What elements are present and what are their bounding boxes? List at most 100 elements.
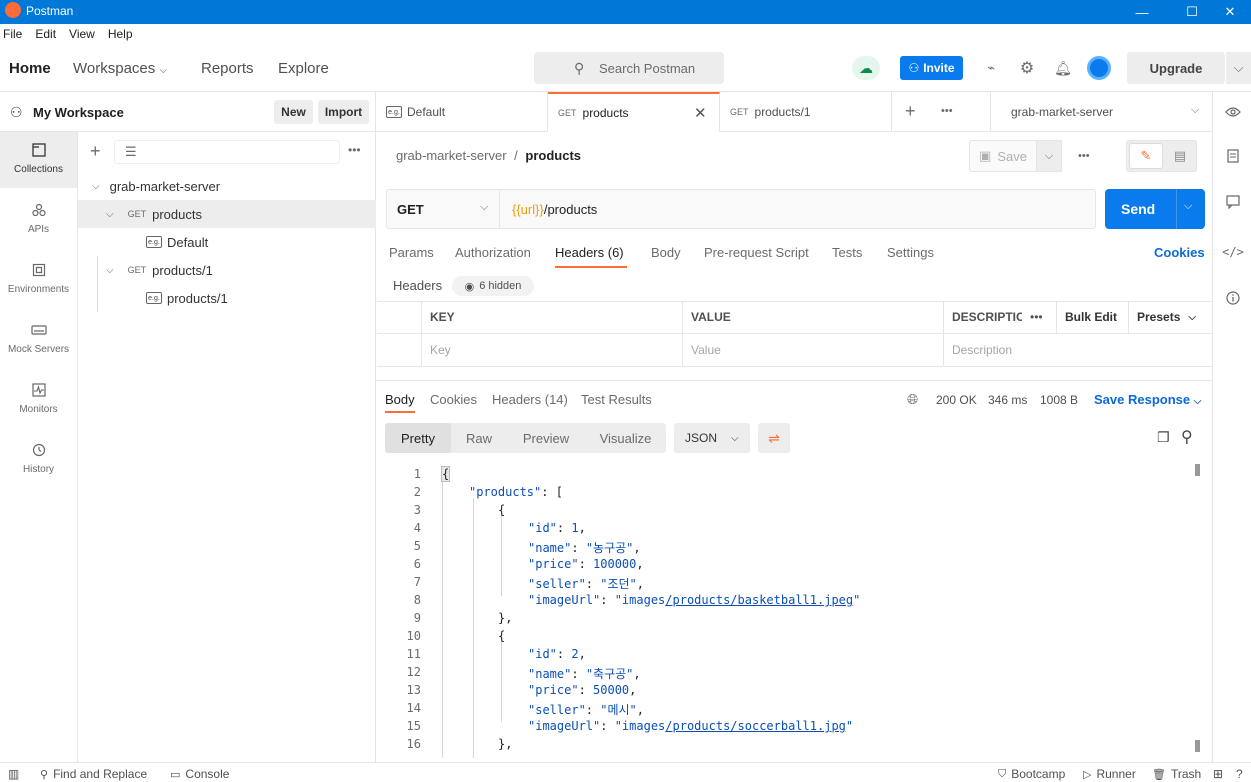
toggle-sidebar-icon[interactable]: ▥: [8, 767, 19, 781]
scrollbar-thumb-bottom[interactable]: [1195, 740, 1200, 752]
nav-explore[interactable]: Explore: [278, 60, 329, 77]
tab-options-icon[interactable]: •••: [941, 105, 953, 117]
tree-collection[interactable]: ⌵ grab-market-server: [78, 172, 376, 200]
add-icon[interactable]: +: [90, 141, 101, 162]
hidden-headers-toggle[interactable]: ◉ 6 hidden: [452, 276, 534, 296]
workspace-title[interactable]: My Workspace: [33, 105, 124, 120]
close-window-icon[interactable]: ✕: [1207, 0, 1251, 24]
info-icon[interactable]: [1225, 290, 1241, 306]
satellite-icon[interactable]: ⌁: [979, 56, 1003, 80]
method-select[interactable]: GET ⌵: [387, 190, 500, 228]
tab-default[interactable]: e.g. Default: [376, 92, 548, 132]
find-replace-button[interactable]: ⚲ Find and Replace: [40, 767, 147, 781]
view-tab-pretty[interactable]: Pretty: [385, 423, 451, 453]
req-tab-pre-request-script[interactable]: Pre-request Script: [704, 245, 809, 260]
search-icon[interactable]: ⚲: [1181, 427, 1193, 447]
new-button[interactable]: New: [274, 100, 313, 124]
sidenav-apis[interactable]: APIs: [0, 192, 77, 248]
res-tab-headers[interactable]: Headers (14): [492, 392, 568, 407]
code-icon[interactable]: </>: [1222, 244, 1244, 260]
view-tab-visualize[interactable]: Visualize: [585, 423, 666, 453]
tab-products[interactable]: GET products ✕: [548, 92, 720, 132]
sync-status-icon[interactable]: ☁: [852, 56, 880, 80]
save-dropdown-icon[interactable]: ⌵: [1037, 140, 1062, 172]
req-tab-body[interactable]: Body: [651, 245, 681, 260]
tab-products-1[interactable]: GET products/1: [720, 92, 892, 132]
avatar[interactable]: [1087, 56, 1111, 80]
code-link[interactable]: /products/basketball1.jpeg: [665, 593, 853, 607]
filter-input[interactable]: ☰: [114, 140, 340, 164]
gear-icon[interactable]: ⚙: [1015, 56, 1039, 80]
invite-button[interactable]: ⚇ Invite: [900, 56, 963, 80]
format-select[interactable]: JSON ⌵: [674, 423, 750, 453]
wrap-lines-icon[interactable]: ⇌: [758, 423, 790, 453]
more-options-icon[interactable]: •••: [348, 143, 361, 157]
edit-pencil-icon[interactable]: ✎: [1129, 143, 1163, 169]
req-tab-authorization[interactable]: Authorization: [455, 245, 531, 260]
res-tab-test-results[interactable]: Test Results: [581, 392, 652, 407]
import-button[interactable]: Import: [318, 100, 369, 124]
res-tab-body[interactable]: Body: [385, 392, 415, 407]
response-body-editor[interactable]: 1 2 3 4 5 6 7 8 9 10 11 12 13 14 15 16 {…: [377, 462, 1193, 758]
minimize-icon[interactable]: —: [1119, 0, 1165, 24]
new-tab-icon[interactable]: +: [905, 101, 916, 122]
close-tab-icon[interactable]: ✕: [694, 104, 707, 122]
key-input[interactable]: Key: [422, 334, 683, 367]
req-tab-params[interactable]: Params: [389, 245, 434, 260]
two-pane-icon[interactable]: ⊞: [1213, 767, 1223, 781]
sidenav-monitors[interactable]: Monitors: [0, 372, 77, 428]
res-tab-cookies[interactable]: Cookies: [430, 392, 477, 407]
bulk-edit-button[interactable]: Bulk Edit: [1057, 301, 1129, 334]
tree-example-products-1[interactable]: e.g. products/1: [78, 284, 376, 312]
upgrade-button[interactable]: Upgrade: [1127, 52, 1225, 84]
menu-file[interactable]: File: [3, 27, 22, 41]
environment-selector[interactable]: grab-market-server ⌵: [990, 92, 1212, 132]
breadcrumb-parent[interactable]: grab-market-server: [396, 148, 507, 163]
sidenav-mock-servers[interactable]: Mock Servers: [0, 312, 77, 368]
sidenav-collections[interactable]: Collections: [0, 132, 77, 188]
nav-home[interactable]: Home: [9, 60, 51, 77]
sidenav-history[interactable]: History: [0, 432, 77, 488]
send-button[interactable]: Send ⌵: [1105, 189, 1205, 229]
search-box[interactable]: ⚲ Search Postman: [534, 52, 724, 84]
value-input[interactable]: Value: [683, 334, 944, 367]
comments-icon[interactable]: [1225, 194, 1241, 210]
tree-example-default[interactable]: e.g. Default: [78, 228, 376, 256]
bootcamp-button[interactable]: ⛉ Bootcamp: [998, 767, 1065, 781]
upgrade-dropdown-icon[interactable]: ⌵: [1226, 52, 1251, 84]
console-button[interactable]: ▭ Console: [170, 767, 229, 781]
send-dropdown-icon[interactable]: ⌵: [1184, 200, 1192, 213]
copy-icon[interactable]: ❐: [1157, 429, 1170, 446]
more-options-icon[interactable]: •••: [1078, 150, 1090, 162]
menu-help[interactable]: Help: [108, 27, 133, 41]
tree-request-products-1[interactable]: ⌵ GET products/1: [78, 256, 376, 284]
runner-button[interactable]: ▷ Runner: [1083, 767, 1136, 781]
response-status[interactable]: 200 OK: [936, 393, 977, 407]
response-time[interactable]: 346 ms: [988, 393, 1027, 407]
eye-icon[interactable]: [1225, 104, 1241, 120]
menu-edit[interactable]: Edit: [35, 27, 56, 41]
breadcrumb-current[interactable]: products: [525, 148, 581, 163]
nav-reports[interactable]: Reports: [201, 60, 254, 77]
comments-view-icon[interactable]: ▤: [1165, 143, 1195, 169]
url-input[interactable]: {{url}}/products: [512, 202, 597, 217]
tree-request-products[interactable]: ⌵ GET products: [78, 200, 376, 228]
scrollbar-thumb-top[interactable]: [1195, 464, 1200, 476]
save-button[interactable]: ▣ Save: [969, 140, 1037, 172]
view-tab-preview[interactable]: Preview: [507, 423, 585, 453]
more-options-icon[interactable]: •••: [1022, 301, 1057, 334]
save-response-button[interactable]: Save Response ⌵: [1094, 392, 1201, 407]
help-icon[interactable]: ?: [1236, 767, 1243, 781]
sidenav-environments[interactable]: Environments: [0, 252, 77, 308]
req-tab-tests[interactable]: Tests: [832, 245, 862, 260]
menu-view[interactable]: View: [69, 27, 95, 41]
code-link[interactable]: /products/soccerball1.jpg: [665, 719, 846, 733]
response-size[interactable]: 1008 B: [1040, 393, 1078, 407]
trash-button[interactable]: 🗑︎ Trash: [1152, 767, 1201, 781]
nav-workspaces[interactable]: Workspaces ⌵: [73, 60, 167, 77]
presets-button[interactable]: Presets ⌵: [1129, 301, 1212, 334]
req-tab-headers[interactable]: Headers (6): [555, 245, 624, 260]
view-tab-raw[interactable]: Raw: [451, 423, 507, 453]
documentation-icon[interactable]: [1225, 148, 1241, 164]
req-tab-settings[interactable]: Settings: [887, 245, 934, 260]
